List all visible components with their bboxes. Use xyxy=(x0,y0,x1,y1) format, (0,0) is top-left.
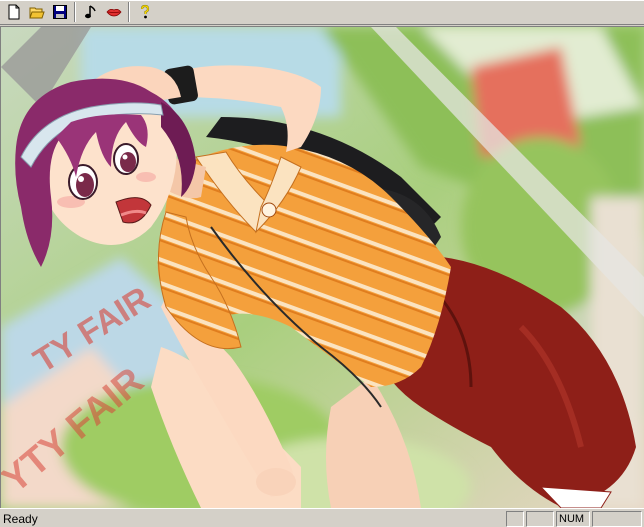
status-pane xyxy=(526,511,554,527)
status-pane xyxy=(592,511,642,527)
main-toolbar xyxy=(0,0,644,25)
image-canvas: TY FAIR YTY FAIR xyxy=(0,26,644,508)
new-file-button[interactable] xyxy=(2,1,25,23)
new-file-icon xyxy=(8,4,19,20)
voice-button[interactable] xyxy=(102,1,125,23)
lips-icon xyxy=(106,8,121,17)
status-text: Ready xyxy=(3,512,38,526)
num-lock-indicator: NUM xyxy=(556,511,590,527)
save-icon xyxy=(52,5,67,19)
help-button[interactable] xyxy=(133,1,156,23)
toolbar-separator xyxy=(74,2,76,22)
anime-illustration: TY FAIR YTY FAIR xyxy=(1,27,644,508)
music-button[interactable] xyxy=(79,1,102,23)
toolbar-separator xyxy=(128,2,130,22)
open-folder-icon xyxy=(28,7,45,19)
status-bar: Ready NUM xyxy=(0,508,644,527)
music-note-icon xyxy=(84,5,96,19)
open-file-button[interactable] xyxy=(25,1,48,23)
help-icon xyxy=(140,4,149,19)
save-button[interactable] xyxy=(48,1,71,23)
status-pane xyxy=(506,511,524,527)
